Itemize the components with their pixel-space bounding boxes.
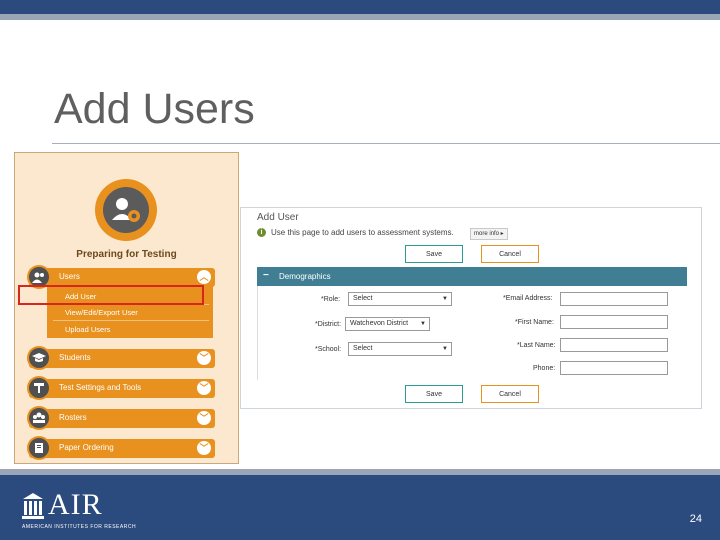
chevron-down-icon[interactable]: ﹀ xyxy=(197,411,211,425)
add-user-form: Add User i Use this page to add users to… xyxy=(240,207,702,409)
title-divider xyxy=(52,143,720,144)
chevron-down-icon[interactable]: ﹀ xyxy=(197,441,211,455)
save-button-bottom[interactable]: Save xyxy=(405,385,463,403)
last-name-label: *Last Name: xyxy=(517,342,556,349)
first-name-field[interactable] xyxy=(560,315,668,329)
building-icon xyxy=(22,493,44,519)
district-select[interactable]: Watchevon District ▼ xyxy=(345,317,430,331)
cancel-button[interactable]: Cancel xyxy=(481,245,539,263)
sidebar-item-label: Rosters xyxy=(59,413,87,422)
submenu-item-upload-users[interactable]: Upload Users xyxy=(65,325,110,334)
more-info-button[interactable]: more info ▸ xyxy=(470,228,508,240)
form-title: Add User xyxy=(257,212,299,223)
dropdown-arrow-icon: ▼ xyxy=(442,296,448,302)
chevron-up-icon[interactable]: ︿ xyxy=(197,270,211,284)
chevron-down-icon[interactable]: ﹀ xyxy=(197,351,211,365)
dropdown-arrow-icon: ▼ xyxy=(420,321,426,327)
user-settings-icon xyxy=(95,179,157,241)
sidebar-item-label: Students xyxy=(59,353,91,362)
add-user-highlight xyxy=(18,285,204,305)
last-name-field[interactable] xyxy=(560,338,668,352)
paper-ordering-icon xyxy=(27,436,51,460)
cancel-button-bottom[interactable]: Cancel xyxy=(481,385,539,403)
email-label: *Email Address: xyxy=(503,295,553,302)
school-label: *School: xyxy=(315,346,342,353)
school-select[interactable]: Select ▼ xyxy=(348,342,452,356)
sidebar-item-label: Paper Ordering xyxy=(59,443,114,452)
info-text: Use this page to add users to assessment… xyxy=(271,228,454,237)
district-label: *District: xyxy=(315,321,342,328)
submenu-divider xyxy=(53,320,209,321)
section-divider xyxy=(257,286,258,380)
settings-tools-icon xyxy=(27,376,51,400)
school-select-value: Select xyxy=(353,345,373,352)
phone-label: Phone: xyxy=(533,365,556,372)
sidebar-item-test-settings[interactable]: Test Settings and Tools ﹀ xyxy=(27,376,215,400)
top-header-bar xyxy=(0,0,720,14)
dropdown-arrow-icon: ▼ xyxy=(442,346,448,352)
page-title: Add Users xyxy=(54,85,255,133)
logo-subtext: AMERICAN INSTITUTES FOR RESEARCH xyxy=(22,524,137,530)
role-select-value: Select xyxy=(353,295,373,302)
district-select-value: Watchevon District xyxy=(350,320,409,327)
sidebar-item-paper-ordering[interactable]: Paper Ordering ﹀ xyxy=(27,436,215,460)
first-name-label: *First Name: xyxy=(515,319,554,326)
logo-text: AIR xyxy=(48,488,103,521)
preparing-for-testing-panel: Preparing for Testing Users ︿ Add User V… xyxy=(14,152,239,464)
demographics-section-header[interactable]: − Demographics xyxy=(257,267,687,286)
submenu-item-view-edit-export-user[interactable]: View/Edit/Export User xyxy=(65,308,138,317)
footer-bar: AIR AMERICAN INSTITUTES FOR RESEARCH 24 xyxy=(0,475,720,540)
info-icon: i xyxy=(257,228,266,237)
graduation-cap-icon xyxy=(27,346,51,370)
panel-heading: Preparing for Testing xyxy=(76,249,177,260)
section-label: Demographics xyxy=(279,272,331,281)
collapse-icon: − xyxy=(263,270,269,281)
role-label: *Role: xyxy=(321,296,341,303)
sidebar-item-students[interactable]: Students ﹀ xyxy=(27,346,215,370)
sidebar-item-label: Test Settings and Tools xyxy=(59,383,142,392)
phone-field[interactable] xyxy=(560,361,668,375)
email-field[interactable] xyxy=(560,292,668,306)
save-button[interactable]: Save xyxy=(405,245,463,263)
rosters-icon xyxy=(27,406,51,430)
chevron-down-icon[interactable]: ﹀ xyxy=(197,381,211,395)
page-number: 24 xyxy=(689,513,702,525)
sidebar-item-label: Users xyxy=(59,272,80,281)
top-header-stripe xyxy=(0,14,720,20)
role-select[interactable]: Select ▼ xyxy=(348,292,452,306)
sidebar-item-rosters[interactable]: Rosters ﹀ xyxy=(27,406,215,430)
